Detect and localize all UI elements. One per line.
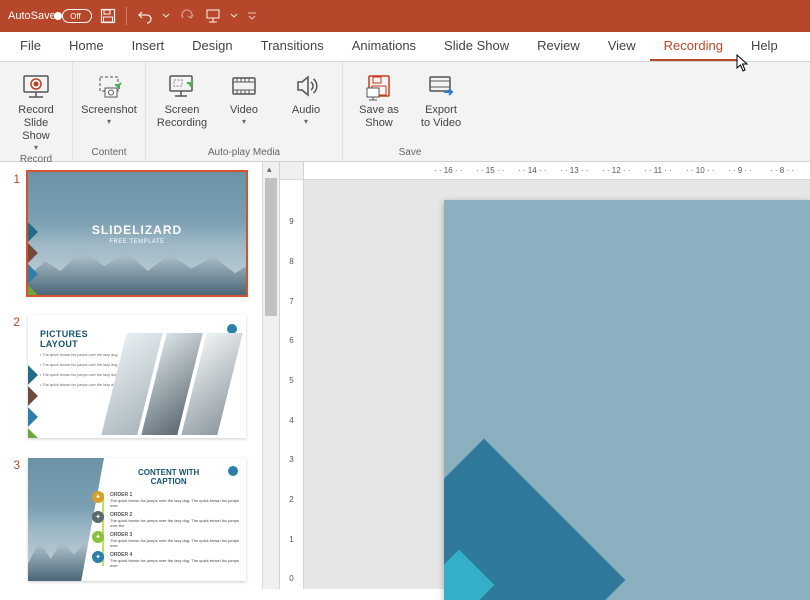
undo-icon[interactable] — [135, 6, 155, 26]
audio-button[interactable]: Audio▾ — [276, 66, 336, 145]
autosave-label: AutoSave — [8, 10, 56, 22]
record-slide-show-label: Record Slide Show — [6, 104, 66, 143]
editor-area: 9876543210 · · 16 · ·· · 15 · ·· · 14 · … — [280, 162, 810, 589]
tab-insert[interactable]: Insert — [118, 31, 179, 61]
slide-thumbnail-2[interactable]: PICTURESLAYOUT• The quick brown fox jump… — [28, 315, 246, 438]
group-label: Save — [399, 145, 422, 161]
tab-strip: FileHomeInsertDesignTransitionsAnimation… — [0, 32, 810, 62]
autosave-control[interactable]: AutoSave Off — [8, 9, 92, 23]
autosave-toggle[interactable]: Off — [62, 9, 92, 23]
canvas-area[interactable] — [304, 180, 810, 589]
saveshow-icon — [363, 70, 395, 102]
tab-view[interactable]: View — [594, 31, 650, 61]
thumbnail-number: 1 — [8, 172, 20, 295]
slide-title: CONTENT WITHCAPTION — [138, 468, 199, 486]
redo-icon[interactable] — [177, 6, 197, 26]
video-button[interactable]: Video▾ — [214, 66, 274, 145]
save-icon[interactable] — [98, 6, 118, 26]
tab-home[interactable]: Home — [55, 31, 118, 61]
ribbon-group-content: Screenshot▾Content — [73, 62, 146, 161]
ribbon-group-record: Record Slide Show▾Record — [0, 62, 73, 161]
audio-icon — [290, 70, 322, 102]
screenshot-icon — [93, 70, 125, 102]
tab-file[interactable]: File — [6, 31, 55, 61]
dropdown-caret-icon: ▾ — [107, 117, 111, 126]
slide-thumbnail-3[interactable]: CONTENT WITHCAPTION✦ORDER 1The quick bro… — [28, 458, 246, 581]
title-bar: AutoSave Off — [0, 0, 810, 32]
video-icon — [228, 70, 260, 102]
audio-label: Audio — [292, 104, 320, 117]
slide-thumbnail-1[interactable]: SLIDELIZARD FREE TEMPLATE — [28, 172, 246, 295]
ribbon-group-save: Save as Show Export to Video Save — [343, 62, 477, 161]
body: 1SLIDELIZARDFREE TEMPLATE2PICTURESLAYOUT… — [0, 162, 810, 589]
group-label: Content — [91, 145, 126, 161]
scrollbar-thumb[interactable] — [265, 178, 277, 316]
export-to-video-label: Export to Video — [421, 104, 461, 130]
tab-slide-show[interactable]: Slide Show — [430, 31, 523, 61]
save-as-show-label: Save as Show — [359, 104, 399, 130]
slide-body: • The quick brown fox jumps over the laz… — [40, 351, 117, 391]
group-label: Auto-play Media — [208, 145, 280, 161]
screenshot-label: Screenshot — [81, 104, 137, 117]
screen-recording-label: Screen Recording — [157, 104, 207, 130]
slide-canvas[interactable] — [444, 200, 810, 600]
slide-title: SLIDELIZARD — [92, 223, 182, 237]
tab-recording[interactable]: Recording — [650, 31, 737, 61]
record-icon — [20, 70, 52, 102]
tab-review[interactable]: Review — [523, 31, 594, 61]
screen-recording-button[interactable]: Screen Recording — [152, 66, 212, 145]
dropdown-caret-icon: ▾ — [242, 117, 246, 126]
undo-dropdown-icon[interactable] — [161, 6, 171, 26]
vertical-ruler: 9876543210 — [280, 162, 304, 589]
tab-design[interactable]: Design — [178, 31, 246, 61]
qat-customize-icon[interactable] — [245, 6, 259, 26]
thumbnail-number: 2 — [8, 315, 20, 438]
dropdown-caret-icon: ▾ — [304, 117, 308, 126]
ribbon: Record Slide Show▾RecordScreenshot▾Conte… — [0, 62, 810, 162]
thumbnail-row: 2PICTURESLAYOUT• The quick brown fox jum… — [0, 305, 279, 448]
present-icon[interactable] — [203, 6, 223, 26]
slide-subtitle: FREE TEMPLATE — [109, 239, 164, 245]
ribbon-group-auto-play-media: Screen RecordingVideo▾Audio▾Auto-play Me… — [146, 62, 343, 161]
thumbnail-scrollbar[interactable] — [262, 162, 279, 589]
screenshot-button[interactable]: Screenshot▾ — [79, 66, 139, 145]
slide-title: PICTURESLAYOUT — [40, 329, 88, 349]
thumbnail-row: 1 SLIDELIZARD FREE TEMPLATE — [0, 162, 279, 305]
tab-help[interactable]: Help — [737, 31, 792, 61]
thumbnail-row: 3CONTENT WITHCAPTION✦ORDER 1The quick br… — [0, 448, 279, 589]
tab-transitions[interactable]: Transitions — [247, 31, 338, 61]
video-label: Video — [230, 104, 258, 117]
record-slide-show-button[interactable]: Record Slide Show▾ — [6, 66, 66, 152]
export-to-video-button[interactable]: Export to Video — [411, 66, 471, 145]
thumbnail-panel[interactable]: 1SLIDELIZARDFREE TEMPLATE2PICTURESLAYOUT… — [0, 162, 280, 589]
screenrec-icon — [166, 70, 198, 102]
present-dropdown-icon[interactable] — [229, 6, 239, 26]
save-as-show-button[interactable]: Save as Show — [349, 66, 409, 145]
thumbnail-number: 3 — [8, 458, 20, 581]
export-icon — [425, 70, 457, 102]
dropdown-caret-icon: ▾ — [34, 143, 38, 152]
horizontal-ruler: · · 16 · ·· · 15 · ·· · 14 · ·· · 13 · ·… — [304, 162, 810, 180]
tab-animations[interactable]: Animations — [338, 31, 430, 61]
